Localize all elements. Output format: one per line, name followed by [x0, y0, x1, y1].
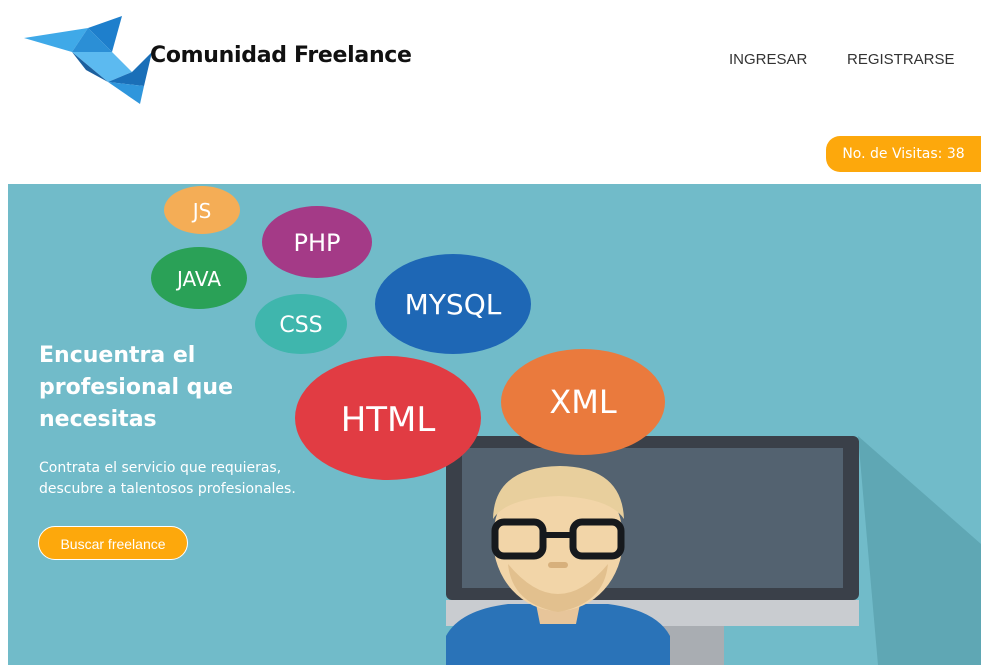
- bubble-java: JAVA: [151, 247, 247, 309]
- search-freelance-button[interactable]: Buscar freelance: [38, 526, 188, 560]
- visits-counter-badge: No. de Visitas: 38: [826, 136, 981, 172]
- bubble-js-label: JS: [191, 199, 212, 223]
- bubble-php: PHP: [262, 206, 372, 278]
- bubble-js: JS: [164, 186, 240, 234]
- bubble-html-label: HTML: [341, 400, 436, 440]
- hero-title: Encuentra el profesional que necesitas: [39, 343, 233, 432]
- nav-login-link[interactable]: INGRESAR: [729, 51, 807, 68]
- origami-bird-logo-icon[interactable]: [24, 12, 152, 106]
- bubble-xml: XML: [501, 349, 665, 455]
- nav-register-link[interactable]: REGISTRARSE: [847, 51, 955, 68]
- bubble-php-label: PHP: [294, 229, 341, 257]
- bubble-mysql-label: MYSQL: [405, 288, 502, 321]
- hero-description: Contrata el servicio que requieras, desc…: [39, 460, 296, 497]
- bubble-java-label: JAVA: [175, 267, 221, 291]
- bubble-mysql: MYSQL: [375, 254, 531, 354]
- bubble-xml-label: XML: [549, 383, 617, 421]
- hero-banner: JS PHP JAVA CSS MYSQL HTML XML Encuentra…: [8, 184, 981, 665]
- brand-name[interactable]: Comunidad Freelance: [150, 43, 412, 68]
- bubble-css-label: CSS: [279, 313, 322, 338]
- page: Comunidad Freelance INGRESAR REGISTRARSE…: [0, 0, 981, 665]
